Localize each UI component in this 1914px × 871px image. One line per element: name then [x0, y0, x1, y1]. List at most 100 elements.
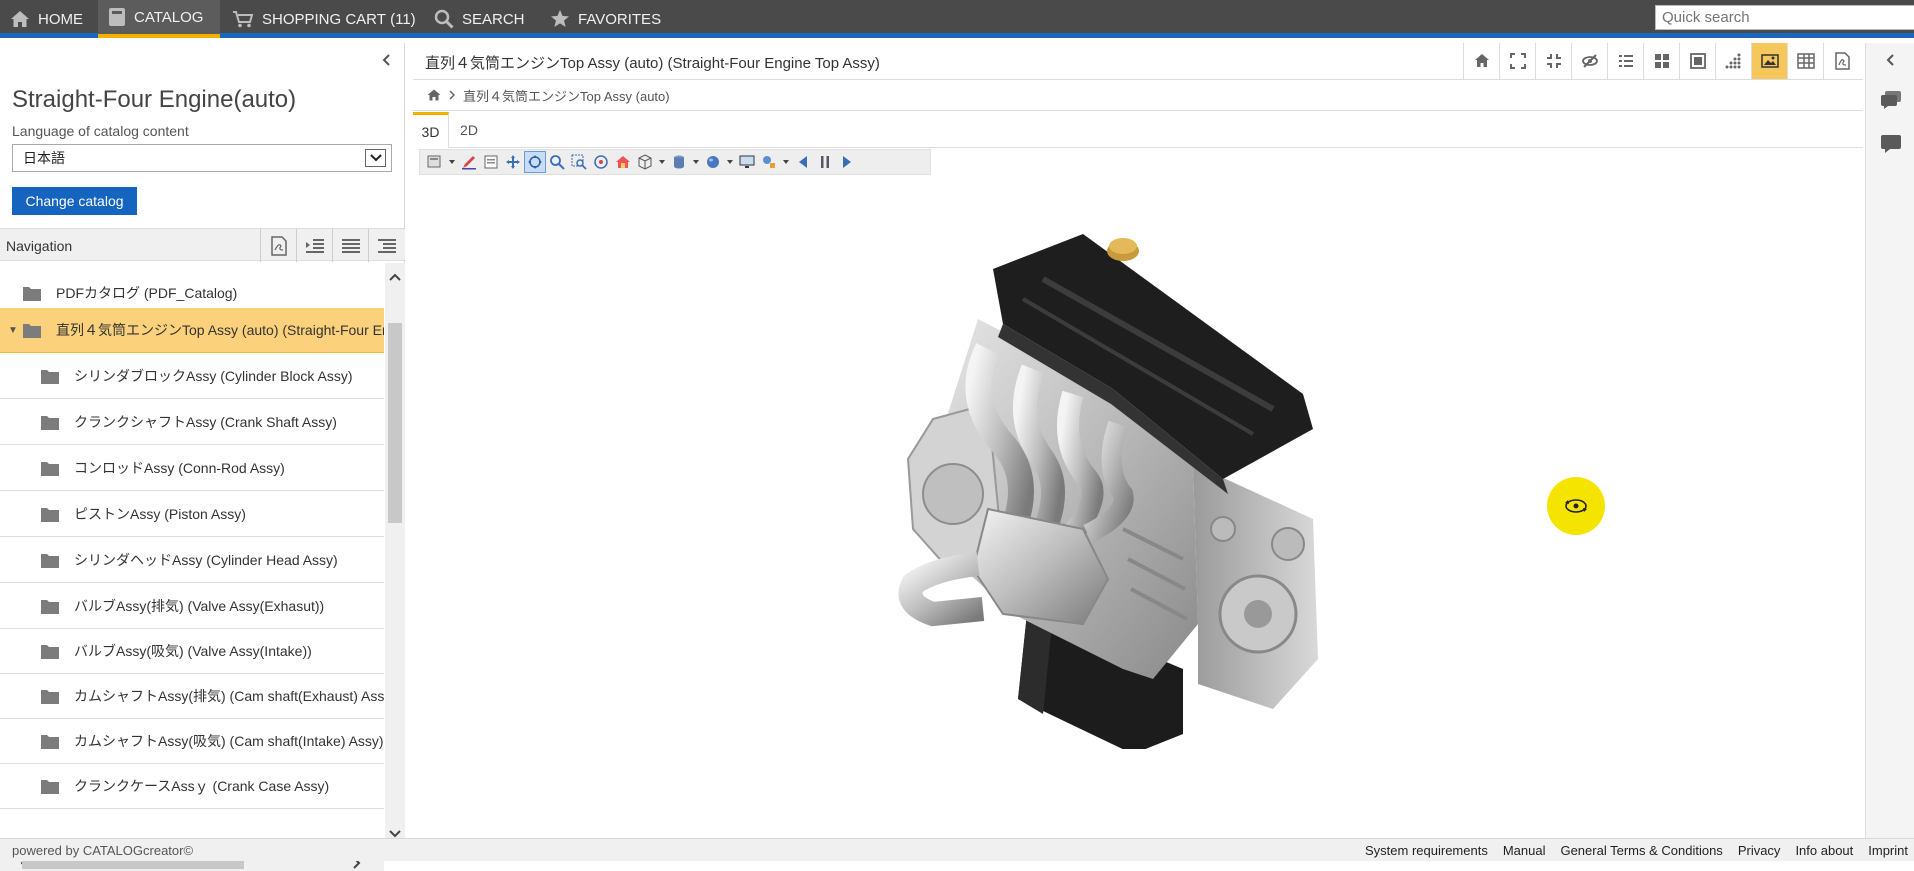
footer-link-terms[interactable]: General Terms & Conditions: [1560, 843, 1722, 858]
toolbar-grid-button[interactable]: [1643, 43, 1679, 79]
markup-button[interactable]: [458, 151, 480, 173]
toolbar-shrink-button[interactable]: [1535, 43, 1571, 79]
notes-button[interactable]: [480, 151, 502, 173]
nav-favorites[interactable]: FAVORITES: [550, 0, 661, 38]
scroll-down-icon[interactable]: [389, 830, 401, 838]
tree-item[interactable]: ▶ピストンAssy (Piston Assy): [0, 492, 384, 537]
powered-by: powered by CATALOGcreator©: [12, 843, 194, 858]
chevron-right-icon: [449, 90, 455, 100]
language-label: Language of catalog content: [12, 123, 189, 139]
toolbar-list-button[interactable]: [1607, 43, 1643, 79]
tree-item[interactable]: シリンダブロックAssy (Cylinder Block Assy): [0, 354, 384, 399]
lighting-dropdown[interactable]: [724, 151, 736, 173]
view-cube-button[interactable]: [634, 151, 656, 173]
footer-link-info-about[interactable]: Info about: [1795, 843, 1853, 858]
comments-icon: [1881, 91, 1901, 109]
expand-down-icon[interactable]: ▼: [8, 325, 18, 336]
rotate-button[interactable]: [524, 151, 546, 173]
pan-button[interactable]: [502, 151, 524, 173]
tree-item[interactable]: カムシャフトAssy(吸気) (Cam shaft(Intake) Assy): [0, 719, 384, 764]
reset-view-button[interactable]: [612, 151, 634, 173]
engine-3d-model[interactable]: [893, 229, 1353, 749]
3d-viewer-toolbar: [419, 149, 931, 175]
collapse-left-button[interactable]: [378, 51, 396, 69]
zoom-window-button[interactable]: [568, 151, 590, 173]
next-step-button[interactable]: [836, 151, 858, 173]
chevron-down-icon[interactable]: [365, 149, 386, 167]
list-view-button[interactable]: [332, 229, 368, 262]
explode-dropdown[interactable]: [780, 151, 792, 173]
footer-link-privacy[interactable]: Privacy: [1738, 843, 1781, 858]
tree-item[interactable]: カムシャフトAssy(排気) (Cam shaft(Exhaust) Assy): [0, 674, 384, 719]
folder-icon: [41, 599, 59, 614]
toolbar-pdf-button[interactable]: [1823, 43, 1859, 79]
toolbar-hide-button[interactable]: [1571, 43, 1607, 79]
nav-search[interactable]: SEARCH: [434, 0, 525, 38]
view-cube-dropdown[interactable]: [656, 151, 668, 173]
explode-button[interactable]: [758, 151, 780, 173]
toolbar-frame-button[interactable]: [1679, 43, 1715, 79]
select-mode-dropdown[interactable]: [446, 151, 458, 173]
language-select[interactable]: 日本語: [12, 144, 392, 172]
nav-home[interactable]: HOME: [10, 0, 83, 38]
tab-3d[interactable]: 3D: [413, 112, 449, 148]
cylinder-icon: [674, 155, 684, 169]
vertical-scroll-thumb[interactable]: [388, 323, 402, 523]
tree-item[interactable]: クランクシャフトAssy (Crank Shaft Assy): [0, 400, 384, 445]
comments-button[interactable]: [1878, 87, 1904, 113]
orbit-button[interactable]: [590, 151, 612, 173]
presentation-button[interactable]: [736, 151, 758, 173]
nav-cart-label: SHOPPING CART: [262, 10, 386, 28]
scroll-up-icon[interactable]: [389, 273, 401, 281]
tree-item[interactable]: バルブAssy(排気) (Valve Assy(Exhasut)): [0, 584, 384, 629]
zoom-button[interactable]: [546, 151, 568, 173]
toolbar-image-button[interactable]: [1751, 43, 1787, 79]
render-mode-button[interactable]: [668, 151, 690, 173]
toolbar-table-button[interactable]: [1787, 43, 1823, 79]
toolbar-home-button[interactable]: [1463, 43, 1499, 79]
hide-icon: [1581, 54, 1598, 68]
nav-search-label: SEARCH: [462, 10, 525, 28]
quick-search-input[interactable]: [1655, 5, 1914, 30]
change-catalog-button[interactable]: Change catalog: [12, 187, 137, 215]
nav-catalog[interactable]: CATALOG: [98, 0, 220, 38]
expand-right-button[interactable]: [1878, 47, 1904, 73]
pdf-export-button[interactable]: [260, 229, 296, 262]
tab-2d[interactable]: 2D: [451, 112, 487, 148]
3d-viewer[interactable]: [413, 149, 1863, 839]
tree-item[interactable]: バルブAssy(吸気) (Valve Assy(Intake)): [0, 629, 384, 674]
breadcrumb-item[interactable]: 直列４気筒エンジンTop Assy (auto): [463, 86, 670, 105]
footer-link-manual[interactable]: Manual: [1503, 843, 1546, 858]
toolbar-fullscreen-button[interactable]: [1499, 43, 1535, 79]
table-icon: [1796, 53, 1815, 69]
tree-item[interactable]: ▶シリンダヘッドAssy (Cylinder Head Assy): [0, 538, 384, 583]
tree-item-label: シリンダブロックAssy (Cylinder Block Assy): [74, 368, 353, 384]
navigation-label: Navigation: [6, 238, 73, 254]
message-button[interactable]: [1878, 131, 1904, 157]
language-select-value: 日本語: [23, 150, 65, 166]
indent-button[interactable]: [296, 229, 332, 262]
tree-item[interactable]: クランクケースAssｙ (Crank Case Assy): [0, 764, 384, 809]
sphere-icon: [707, 156, 719, 168]
navigation-header: Navigation: [0, 228, 405, 262]
select-mode-button[interactable]: [424, 151, 446, 173]
notes-icon: [484, 155, 498, 169]
render-mode-dropdown[interactable]: [690, 151, 702, 173]
pause-button[interactable]: [814, 151, 836, 173]
toolbar-hotspot-button[interactable]: [1715, 43, 1751, 79]
tree-item[interactable]: ▼ 直列４気筒エンジンTop Assy (auto) (Straight-Four…: [0, 308, 384, 353]
zoom-icon: [550, 155, 565, 170]
footer-link-imprint[interactable]: Imprint: [1868, 843, 1908, 858]
tree-vertical-scrollbar[interactable]: [385, 263, 405, 853]
pdf-icon: [1834, 52, 1850, 70]
nav-shopping-cart[interactable]: SHOPPING CART (11): [232, 0, 416, 38]
breadcrumb-home-icon[interactable]: [427, 89, 441, 101]
outdent-button[interactable]: [368, 229, 404, 262]
tree-item[interactable]: コンロッドAssy (Conn-Rod Assy): [0, 446, 384, 491]
monitor-icon: [739, 155, 755, 168]
folder-icon: [41, 461, 59, 476]
footer-link-system-requirements[interactable]: System requirements: [1365, 843, 1488, 858]
hotspot-icon: [1725, 53, 1740, 69]
previous-step-button[interactable]: [792, 151, 814, 173]
lighting-button[interactable]: [702, 151, 724, 173]
